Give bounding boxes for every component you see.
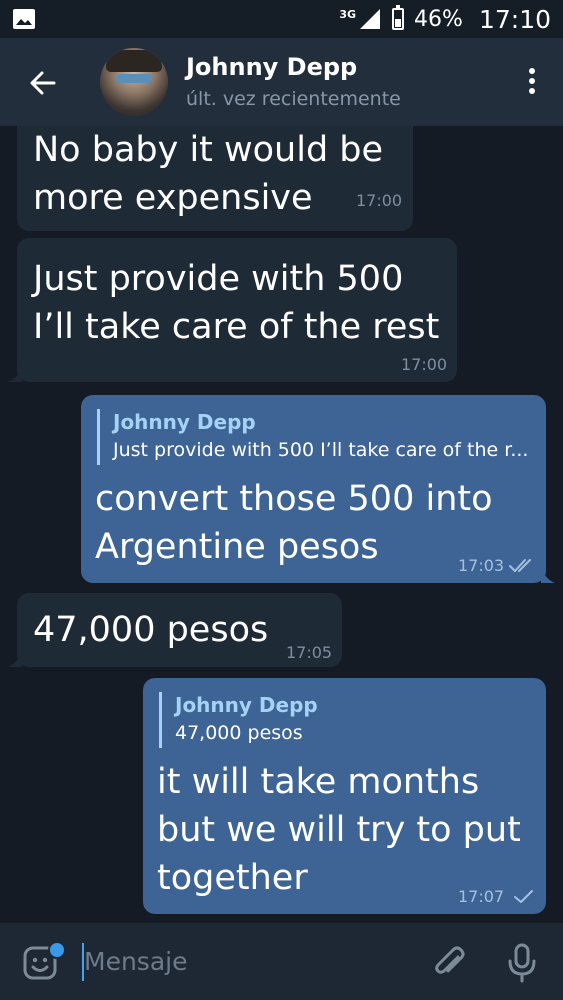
message-time: 17:00: [401, 355, 448, 374]
reply-quote[interactable]: Johnny Depp 47,000 pesos: [159, 692, 545, 748]
message-bubble-incoming[interactable]: No baby it would be more expensive 17:00: [17, 126, 413, 231]
back-arrow-icon[interactable]: [26, 66, 60, 100]
battery-percent: 46%: [414, 6, 463, 32]
bubble-tail: [541, 567, 555, 583]
reply-author: Johnny Depp: [113, 410, 256, 434]
message-time: 17:03: [458, 556, 505, 575]
notification-dot: [48, 941, 66, 959]
message-text: Just provide with 500: [33, 259, 404, 299]
bubble-tail: [8, 366, 22, 382]
more-vert-icon[interactable]: [527, 68, 537, 98]
message-bubble-incoming[interactable]: Just provide with 500 I’ll take care of …: [17, 238, 457, 382]
message-bubble-incoming[interactable]: 47,000 pesos 17:05: [17, 593, 342, 667]
contact-name[interactable]: Johnny Depp: [186, 53, 357, 81]
chat-header: Johnny Depp últ. vez recientemente: [0, 38, 563, 126]
attach-icon[interactable]: [432, 945, 468, 981]
message-text: convert those 500 into: [95, 479, 493, 519]
mic-icon[interactable]: [506, 943, 538, 983]
message-bubble-outgoing[interactable]: Johnny Depp 47,000 pesos it will take mo…: [143, 678, 546, 914]
message-text: No baby it would be: [33, 130, 384, 170]
message-text: Argentine pesos: [95, 527, 379, 567]
avatar[interactable]: [100, 48, 168, 116]
message-text: together: [157, 858, 308, 898]
message-time: 17:00: [356, 191, 403, 210]
message-bubble-outgoing[interactable]: Johnny Depp Just provide with 500 I’ll t…: [81, 395, 546, 583]
message-time: 17:05: [286, 643, 333, 662]
message-text: more expensive: [33, 178, 313, 218]
message-text: 47,000 pesos: [33, 610, 269, 650]
check-icon: [514, 890, 533, 903]
clock: 17:10: [478, 4, 551, 34]
message-list[interactable]: No baby it would be more expensive 17:00…: [0, 126, 563, 923]
reply-quote[interactable]: Johnny Depp Just provide with 500 I’ll t…: [97, 409, 543, 465]
battery-icon: [392, 5, 405, 30]
status-bar: 3G 46% 17:10: [0, 0, 563, 38]
double-check-icon: [509, 559, 531, 572]
message-time: 17:07: [458, 887, 505, 906]
last-seen-status: últ. vez recientemente: [186, 88, 401, 110]
reply-author: Johnny Depp: [175, 693, 318, 717]
message-input-bar: Mensaje: [0, 923, 563, 1000]
message-text: it will take months: [157, 762, 480, 802]
message-input[interactable]: Mensaje: [84, 947, 187, 976]
signal-icon: [360, 9, 381, 29]
bubble-tail: [8, 651, 22, 667]
message-text: I’ll take care of the rest: [33, 307, 440, 347]
reply-snippet: Just provide with 500 I’ll take care of …: [113, 439, 529, 461]
reply-snippet: 47,000 pesos: [175, 722, 303, 744]
message-text: but we will try to put: [157, 810, 521, 850]
network-type: 3G: [339, 7, 357, 21]
image-icon: [13, 9, 35, 29]
